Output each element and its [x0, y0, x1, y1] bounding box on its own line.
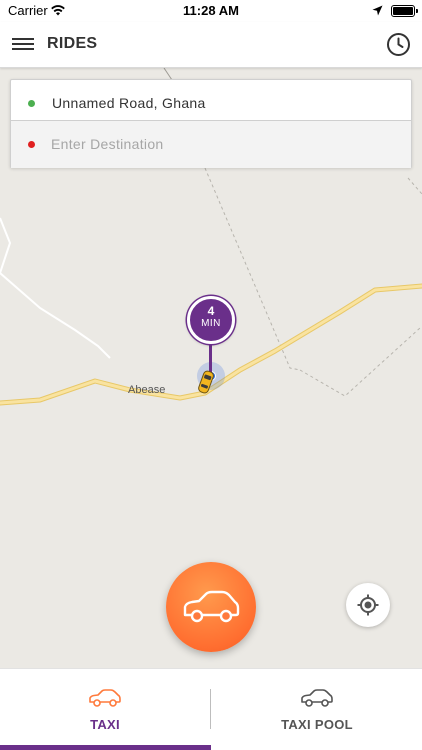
- crosshair-location-icon: [357, 594, 379, 616]
- tab-taxi-pool-label: TAXI POOL: [281, 717, 353, 732]
- destination-input[interactable]: [51, 131, 391, 157]
- car-icon: [89, 689, 121, 707]
- taxi-car-marker-icon: [198, 370, 214, 394]
- location-arrow-icon: [372, 5, 383, 16]
- selected-tab-indicator: [0, 745, 211, 750]
- clock-time: 11:28 AM: [183, 3, 239, 18]
- menu-button[interactable]: [12, 35, 34, 55]
- map-place-label: Abease: [128, 384, 166, 396]
- tab-taxi-pool[interactable]: TAXI POOL: [212, 669, 422, 750]
- tab-taxi[interactable]: TAXI: [0, 669, 210, 750]
- locate-me-button[interactable]: [346, 583, 390, 627]
- ride-type-tab-bar: TAXI TAXI POOL: [0, 668, 422, 750]
- tab-taxi-label: TAXI: [90, 717, 120, 732]
- car-icon: [301, 689, 333, 707]
- destination-dot-icon: [28, 141, 35, 148]
- pickup-field[interactable]: Unnamed Road, Ghana: [11, 84, 411, 122]
- history-clock-button[interactable]: [386, 32, 411, 57]
- route-search-card: Unnamed Road, Ghana: [10, 79, 412, 168]
- page-title: RIDES: [47, 35, 98, 52]
- eta-unit: MIN: [201, 318, 221, 329]
- battery-icon: [391, 5, 418, 17]
- header-bar: RIDES: [0, 22, 422, 68]
- eta-value: 4: [207, 304, 215, 318]
- request-ride-button[interactable]: [166, 562, 256, 652]
- tab-divider: [210, 689, 211, 729]
- car-icon: [183, 590, 240, 623]
- destination-field[interactable]: [11, 120, 411, 168]
- eta-marker[interactable]: 4 MIN: [187, 296, 235, 344]
- pickup-dot-icon: [28, 100, 35, 107]
- status-bar: Carrier 11:28 AM: [0, 0, 422, 22]
- pickup-address: Unnamed Road, Ghana: [52, 95, 206, 111]
